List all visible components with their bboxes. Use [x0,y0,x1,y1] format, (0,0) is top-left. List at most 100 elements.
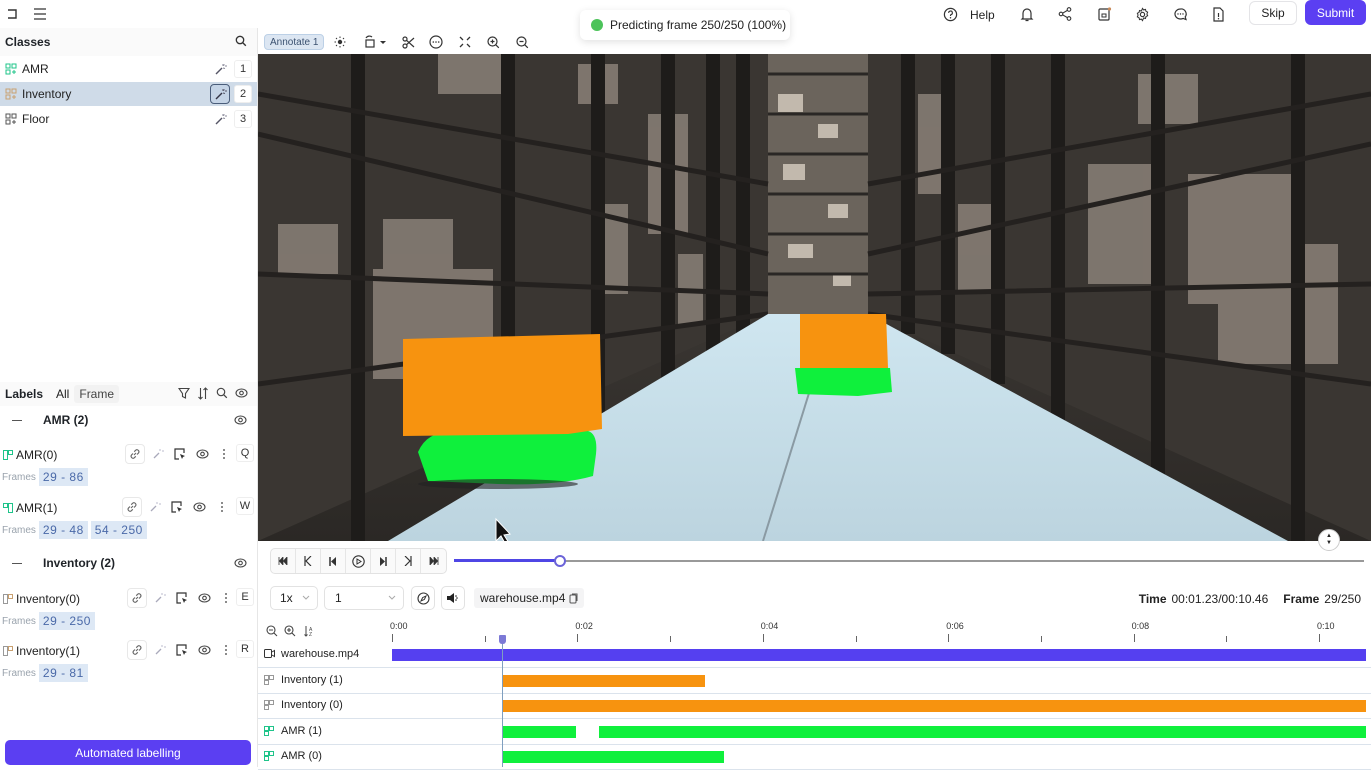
scroll-toggle-button[interactable]: ▲ ▼ [1318,529,1340,551]
select-region-icon[interactable] [167,497,187,517]
label-segment-bar[interactable] [501,700,1366,712]
copy-icon[interactable] [569,593,578,604]
menu-icon[interactable] [31,5,49,23]
magic-wand-icon[interactable] [145,497,165,517]
collapse-icon[interactable] [12,419,22,421]
video-track-bar[interactable] [392,649,1366,661]
automated-labelling-button[interactable]: Automated labelling [5,740,251,765]
link-icon[interactable] [125,444,145,464]
bell-icon[interactable] [1018,5,1036,23]
filter-icon[interactable] [178,387,192,401]
brightness-icon[interactable] [332,34,348,50]
fit-to-screen-icon[interactable] [457,34,473,50]
timeline-row[interactable]: warehouse.mp4 [258,642,1371,668]
timeline-row[interactable]: AMR (0) [258,744,1371,770]
sidebar-toggle-icon[interactable] [3,5,21,23]
label-segment-bar[interactable] [501,725,576,738]
class-item-amr[interactable]: AMR 1 [0,57,257,81]
label-group-inventory[interactable]: Inventory (2) [0,549,257,577]
label-segment-bar[interactable] [501,751,725,763]
frame-range-chip[interactable]: 54 - 250 [90,521,147,539]
more-options-icon[interactable] [216,640,236,660]
next-keyframe-button[interactable] [396,549,421,573]
label-segment-bar[interactable] [599,725,1366,738]
class-item-floor[interactable]: Floor 3 [0,107,257,131]
next-frame-button[interactable] [371,549,396,573]
magic-wand-icon[interactable] [210,59,230,79]
seek-bar-thumb[interactable] [553,555,566,567]
class-item-inventory[interactable]: Inventory 2 [0,82,257,106]
sort-icon[interactable] [197,387,211,401]
magic-wand-icon[interactable] [148,444,168,464]
select-region-icon[interactable] [172,588,192,608]
frame-range-chip[interactable]: 29 - 81 [38,664,88,682]
zoom-in-icon[interactable] [485,34,501,50]
skip-to-start-button[interactable] [271,549,296,573]
link-icon[interactable] [122,497,142,517]
search-classes-icon[interactable] [235,35,247,47]
label-item-inventory-1[interactable]: Inventory(1) R Frames 29 - 81 [0,638,257,690]
more-options-icon[interactable] [212,497,232,517]
label-item-amr-0[interactable]: AMR(0) Q Frames 29 - 86 [0,442,257,494]
help-icon[interactable] [941,5,959,23]
video-canvas[interactable] [258,54,1371,541]
eye-icon[interactable] [192,444,212,464]
skip-to-end-button[interactable] [421,549,446,573]
eye-icon[interactable] [235,387,249,401]
more-options-icon[interactable] [216,588,236,608]
settings-icon[interactable] [1133,5,1151,23]
more-tools-icon[interactable] [428,34,444,50]
label-segment-bar[interactable] [501,674,705,687]
timeline-row[interactable]: Inventory (1) [258,668,1371,694]
magic-wand-icon[interactable] [150,588,170,608]
eye-icon[interactable] [194,588,214,608]
submit-button[interactable]: Submit [1305,0,1366,25]
timeline-row[interactable]: Inventory (0) [258,693,1371,719]
label-item-amr-1[interactable]: AMR(1) W Frames 29 - 48 54 - 250 [0,495,257,547]
compass-button[interactable] [411,586,435,610]
help-link[interactable]: Help [970,8,995,22]
zoom-out-icon[interactable] [514,34,530,50]
search-labels-icon[interactable] [216,387,230,401]
select-region-icon[interactable] [172,640,192,660]
skip-button[interactable]: Skip [1249,1,1297,25]
seek-bar[interactable] [454,555,1364,567]
eye-icon[interactable] [189,497,209,517]
previous-keyframe-button[interactable] [296,549,321,573]
timeline-zoom-in-icon[interactable] [284,625,298,639]
play-button[interactable] [346,549,371,573]
magic-wand-icon[interactable] [210,109,230,129]
link-icon[interactable] [127,640,147,660]
group-visibility-eye-icon[interactable] [234,557,247,569]
filter-frame-tab[interactable]: Frame [74,385,120,403]
scissors-icon[interactable] [400,34,416,50]
select-region-icon[interactable] [170,444,190,464]
label-item-inventory-0[interactable]: Inventory(0) E Frames 29 - 250 [0,586,257,638]
link-icon[interactable] [127,588,147,608]
group-visibility-eye-icon[interactable] [234,414,247,426]
annotate-mode-chip[interactable]: Annotate 1 [264,34,325,50]
label-group-amr[interactable]: AMR (2) [0,406,257,434]
frame-range-chip[interactable]: 29 - 250 [38,612,95,630]
share-icon[interactable] [1056,5,1074,23]
layers-dropdown-icon[interactable] [361,34,389,50]
magic-wand-icon[interactable] [150,640,170,660]
collapse-icon[interactable] [12,562,22,564]
eye-icon[interactable] [194,640,214,660]
frame-range-chip[interactable]: 29 - 48 [38,521,88,539]
more-options-icon[interactable] [214,444,234,464]
document-info-icon[interactable] [1209,5,1227,23]
frame-step-select[interactable]: 1 [324,586,404,610]
magic-wand-icon[interactable] [210,84,230,104]
timeline-zoom-out-icon[interactable] [266,625,280,639]
playhead-handle[interactable] [498,635,506,644]
comments-icon[interactable] [1171,5,1189,23]
timeline-sort-icon[interactable]: AZ [303,625,317,639]
frame-range-chip[interactable]: 29 - 86 [38,468,88,486]
filter-all-tab[interactable]: All [56,387,69,401]
previous-frame-button[interactable] [321,549,346,573]
playback-speed-select[interactable]: 1x [270,586,318,610]
timeline-row[interactable]: AMR (1) [258,719,1371,745]
volume-button[interactable] [441,586,465,610]
save-draft-icon[interactable] [1095,5,1113,23]
